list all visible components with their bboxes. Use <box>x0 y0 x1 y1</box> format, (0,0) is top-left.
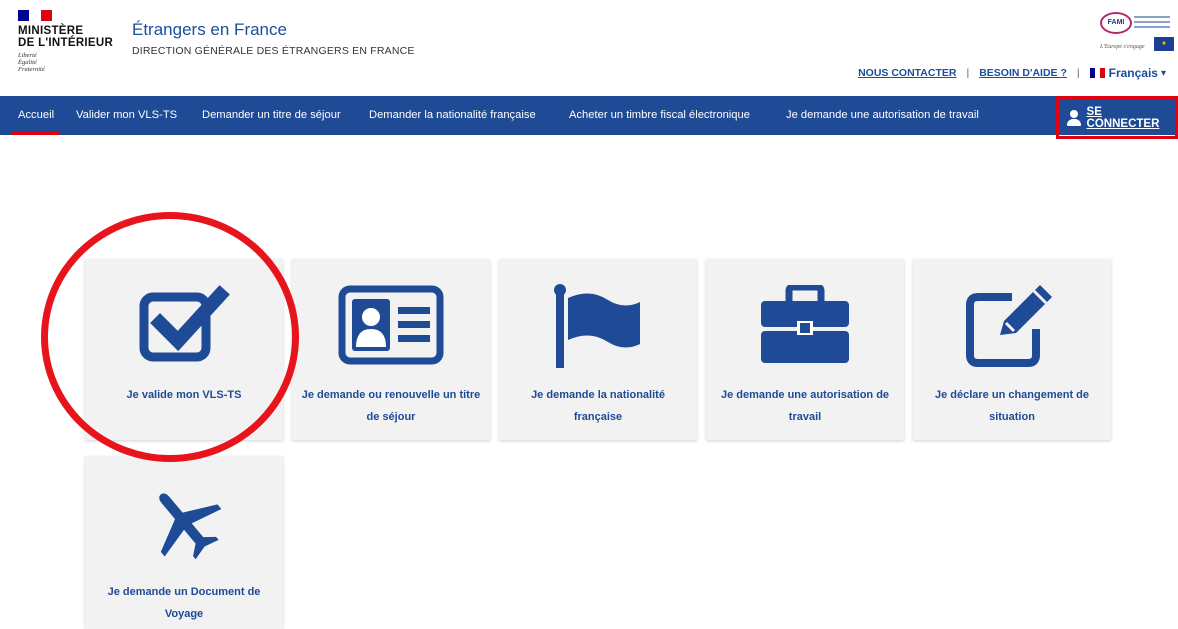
site-header: MINISTÈRE DE L'INTÉRIEUR Liberté Égalité… <box>0 0 1178 95</box>
card-label: Je demande un Document de <box>107 586 261 598</box>
fami-logo-mark: FAMI <box>1100 12 1132 34</box>
chevron-down-icon: ▾ <box>1160 67 1166 79</box>
nav-item-accueil[interactable]: Accueil <box>11 96 61 135</box>
card-label: Je demande une autorisation de <box>720 389 890 401</box>
top-links: NOUS CONTACTER | BESOIN D'AIDE ? | Franç… <box>858 66 1166 80</box>
nav-item-timbre-fiscal[interactable]: Acheter un timbre fiscal électronique <box>569 96 750 135</box>
login-label: SE CONNECTER <box>1086 105 1160 130</box>
main-nav: Accueil Valider mon VLS-TS Demander un t… <box>0 96 1178 135</box>
ministry-logo[interactable]: MINISTÈRE DE L'INTÉRIEUR Liberté Égalité… <box>18 10 113 73</box>
login-button[interactable]: SE CONNECTER <box>1056 96 1178 139</box>
card-nationalite[interactable]: Je demande la nationalité française <box>499 259 697 440</box>
nav-item-valider-vls-ts[interactable]: Valider mon VLS-TS <box>76 96 177 135</box>
french-flag-icon <box>1089 68 1105 78</box>
user-icon <box>1067 109 1081 126</box>
id-card-icon <box>292 283 490 367</box>
nav-item-nationalite[interactable]: Demander la nationalité française <box>369 96 536 135</box>
language-selector[interactable]: Français ▾ <box>1089 66 1166 80</box>
site-title[interactable]: Étrangers en France <box>132 20 287 40</box>
marianne-flag-icon <box>18 10 52 21</box>
site-subtitle: DIRECTION GÉNÉRALE DES ÉTRANGERS EN FRAN… <box>132 45 415 57</box>
briefcase-icon <box>706 283 904 367</box>
card-document-voyage[interactable]: Je demande un Document de Voyage <box>85 456 283 629</box>
nav-item-titre-sejour[interactable]: Demander un titre de séjour <box>202 96 341 135</box>
flag-icon <box>499 283 697 368</box>
card-label: Je demande ou renouvelle un titre <box>301 389 481 401</box>
card-label: Je demande la nationalité <box>531 389 665 401</box>
fami-slogan: L'Europe s'engage <box>1100 44 1145 50</box>
nav-item-autorisation-travail[interactable]: Je demande une autorisation de travail <box>786 96 979 135</box>
card-titre-sejour[interactable]: Je demande ou renouvelle un titre de séj… <box>292 259 490 440</box>
contact-link[interactable]: NOUS CONTACTER <box>858 67 956 79</box>
help-link[interactable]: BESOIN D'AIDE ? <box>979 67 1067 79</box>
highlight-circle <box>41 212 299 462</box>
eu-flag-icon: ★ <box>1154 37 1174 51</box>
ministry-name: MINISTÈRE DE L'INTÉRIEUR <box>18 25 114 49</box>
card-label: Je déclare un changement de <box>934 389 1090 401</box>
card-changement-situation[interactable]: Je déclare un changement de situation <box>913 259 1111 440</box>
fami-logo: FAMI L'Europe s'engage ★ <box>1098 10 1176 58</box>
republic-motto: Liberté Égalité Fraternité <box>18 52 45 73</box>
edit-icon <box>913 283 1111 367</box>
card-autorisation-travail[interactable]: Je demande une autorisation de travail <box>706 259 904 440</box>
airplane-icon <box>85 480 283 564</box>
